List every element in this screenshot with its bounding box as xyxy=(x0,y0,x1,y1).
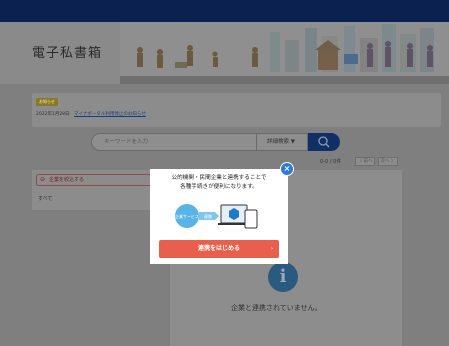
notice-date: 2022年1月28日 xyxy=(36,112,70,117)
notice-link[interactable]: マイナポータル利用停止のお知らせ xyxy=(74,111,146,117)
search-button[interactable] xyxy=(308,133,340,151)
search-icon xyxy=(318,136,330,148)
next-page-button[interactable]: 次へ 〉 xyxy=(378,157,398,166)
search-input[interactable]: キーワードを入力 xyxy=(91,133,257,151)
top-nav-bar xyxy=(0,0,449,22)
start-linking-label: 連携をはじめる xyxy=(197,245,240,252)
page-title: 電子私書箱 xyxy=(32,46,103,61)
result-count: 0-0 / 0件 xyxy=(320,159,342,165)
city-illustration xyxy=(120,22,449,84)
detail-search-select[interactable]: 詳細検索 ▼ xyxy=(257,133,308,151)
onboarding-modal: 公的機関・民間企業と連携することで 各種手続きが便利になります。 企業サービス … xyxy=(150,169,288,264)
notice-badge: お知らせ xyxy=(36,98,58,106)
prev-page-button[interactable]: 〈 前へ xyxy=(355,157,375,166)
link-arrow-label: 連携 xyxy=(204,213,212,219)
hero-banner: 電子私書箱 xyxy=(0,22,449,84)
company-filter-toggle[interactable]: 企業を絞込する xyxy=(36,174,166,186)
modal-line-2: 各種手続きが便利になります。 xyxy=(180,184,258,190)
empty-message: 企業と連携されていません。 xyxy=(231,304,322,312)
notice-box: お知らせ 2022年1月28日 マイナポータル利用停止のお知らせ xyxy=(32,93,441,127)
sidebar-item-all[interactable]: すべて xyxy=(38,195,52,202)
service-circle-label: 企業サービス xyxy=(175,213,199,219)
modal-line-1: 公的機関・民間企業と連携することで xyxy=(171,175,267,181)
link-illustration: 企業サービス 連携 xyxy=(175,204,258,229)
start-linking-button[interactable]: 連携をはじめる › xyxy=(159,240,279,258)
info-icon: i xyxy=(268,262,298,292)
modal-description: 公的機関・民間企業と連携することで 各種手続きが便利になります。 xyxy=(150,174,288,192)
close-icon[interactable]: × xyxy=(280,162,294,176)
chevron-right-icon: › xyxy=(270,246,273,252)
